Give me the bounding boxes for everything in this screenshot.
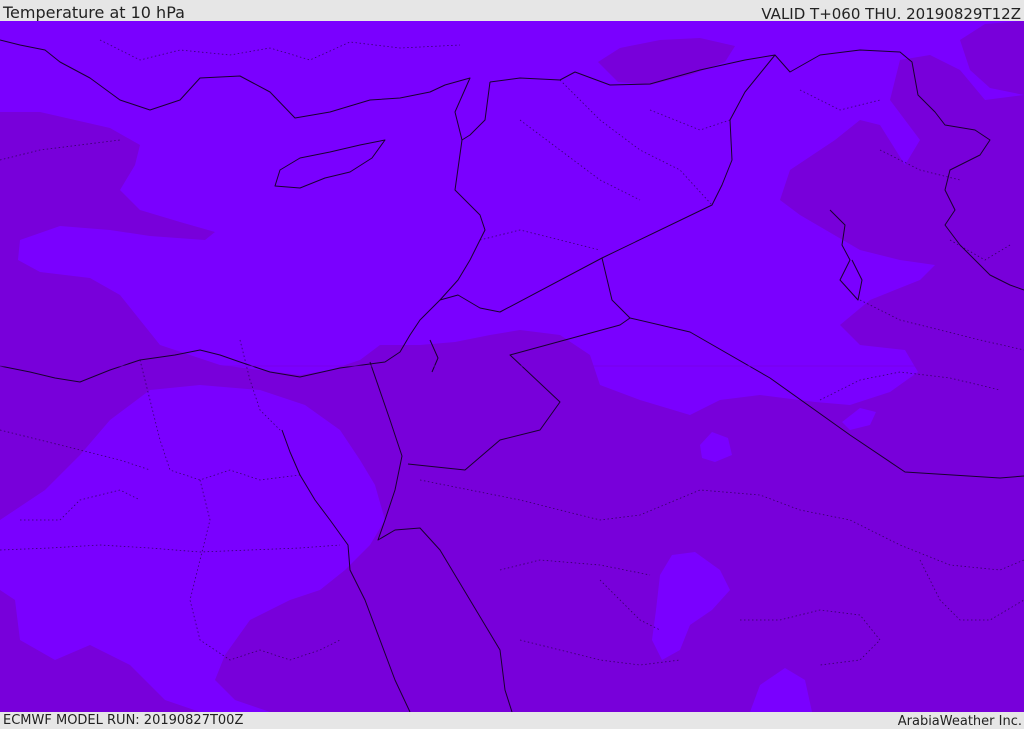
map-canvas bbox=[0, 21, 1024, 712]
valid-time: VALID T+060 THU. 20190829T12Z bbox=[761, 5, 1021, 23]
map-title: Temperature at 10 hPa bbox=[3, 3, 185, 22]
header-bar: Temperature at 10 hPa VALID T+060 THU. 2… bbox=[0, 0, 1024, 23]
model-run: ECMWF MODEL RUN: 20190827T00Z bbox=[3, 713, 244, 728]
footer-bar: ECMWF MODEL RUN: 20190827T00Z ArabiaWeat… bbox=[0, 712, 1024, 729]
credit-text: ArabiaWeather Inc. bbox=[897, 714, 1022, 729]
weather-map[interactable] bbox=[0, 21, 1024, 712]
